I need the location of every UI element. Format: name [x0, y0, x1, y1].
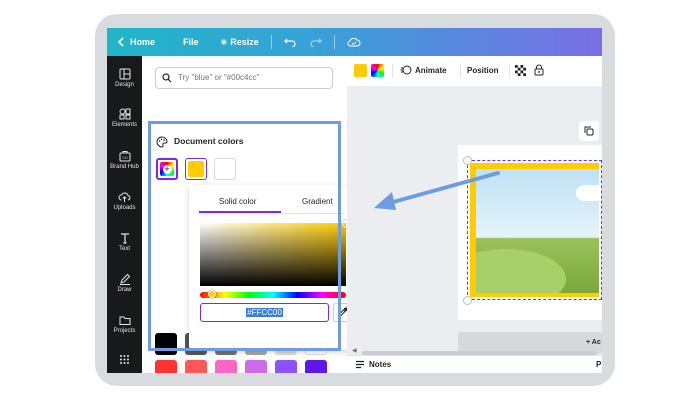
- toolbar-divider: [460, 64, 461, 78]
- divider: [270, 35, 272, 49]
- search-input[interactable]: [178, 70, 324, 85]
- cloud: [576, 185, 599, 201]
- palette-swatch[interactable]: [305, 360, 327, 373]
- text-color-swatch[interactable]: [354, 64, 367, 77]
- apps-button[interactable]: [107, 354, 142, 367]
- bottom-bar: Notes P: [347, 355, 602, 373]
- apps-grid-icon: [120, 355, 129, 364]
- redo-button[interactable]: [310, 37, 322, 47]
- sidebar-item-brand-hub[interactable]: CO Brand Hub: [107, 150, 142, 170]
- palette-swatch[interactable]: [185, 360, 207, 373]
- arrow-annotation: [374, 171, 500, 210]
- sidebar-item-text[interactable]: Text: [107, 232, 142, 252]
- resize-button[interactable]: ✳ Resize: [221, 37, 259, 47]
- position-button[interactable]: Position: [467, 66, 499, 75]
- sidebar-item-label: Brand Hub: [110, 164, 139, 170]
- sidebar-item-projects[interactable]: Projects: [107, 314, 142, 334]
- duplicate-page-button[interactable]: [579, 121, 599, 141]
- home-label: Home: [130, 37, 156, 47]
- folder-icon: [119, 316, 130, 325]
- shapes-icon: [119, 108, 130, 120]
- editor-toolbar: Animate Position: [347, 56, 602, 87]
- undo-button[interactable]: [283, 37, 296, 47]
- text-icon: [120, 233, 129, 244]
- cloud-upload-icon: [118, 192, 131, 202]
- sidebar-item-label: Text: [118, 246, 130, 252]
- toolbar-divider: [392, 64, 393, 78]
- top-bar: Home File ✳ Resize: [107, 28, 602, 56]
- layout-icon: [119, 68, 130, 80]
- resize-label: Resize: [230, 37, 259, 47]
- add-page-label: + Ac: [586, 339, 601, 346]
- sparkle-icon: ✳: [220, 37, 228, 47]
- sidebar-item-label: Uploads: [113, 205, 136, 211]
- toolbar-divider: [509, 64, 510, 78]
- sidebar-item-label: Design: [115, 82, 134, 88]
- scroll-left-icon: ◀: [352, 348, 357, 354]
- chevron-left-icon: [117, 37, 124, 47]
- cloud-save-button[interactable]: [347, 37, 361, 47]
- sidebar-item-draw[interactable]: Draw: [107, 273, 142, 293]
- color-search[interactable]: [155, 67, 333, 89]
- palette-swatch[interactable]: [275, 360, 297, 373]
- svg-text:CO: CO: [122, 156, 127, 160]
- undo-icon: [283, 38, 296, 47]
- sidebar-item-design[interactable]: Design: [107, 68, 142, 88]
- duplicate-icon: [584, 126, 594, 136]
- sidebar-item-label: Elements: [111, 122, 137, 128]
- notes-icon: [356, 360, 364, 369]
- notes-label: Notes: [369, 360, 392, 369]
- hill: [476, 249, 566, 293]
- canvas-area: + Ac ◀: [347, 86, 602, 373]
- palette-swatch[interactable]: [215, 360, 237, 373]
- sidebar-item-label: Projects: [113, 328, 136, 334]
- divider: [333, 35, 335, 49]
- file-menu-button[interactable]: File: [183, 37, 199, 47]
- pen-icon: [119, 273, 130, 285]
- transparency-icon[interactable]: [515, 65, 526, 76]
- palette-swatch[interactable]: [245, 360, 267, 373]
- rainbow-color-icon[interactable]: [371, 64, 384, 77]
- file-label: File: [183, 37, 199, 47]
- home-button[interactable]: Home: [117, 37, 155, 47]
- pages-button[interactable]: P: [596, 360, 601, 369]
- sidebar-item-uploads[interactable]: Uploads: [107, 191, 142, 211]
- sidebar-item-elements[interactable]: Elements: [107, 108, 142, 128]
- lock-icon[interactable]: [534, 64, 544, 76]
- animate-label: Animate: [415, 65, 447, 75]
- animate-icon: [400, 65, 412, 75]
- brand-hub-icon: CO: [119, 151, 130, 162]
- highlight-box: [148, 121, 341, 351]
- resize-handle[interactable]: [463, 296, 472, 305]
- palette-swatch[interactable]: [155, 360, 177, 373]
- search-icon: [162, 73, 172, 83]
- animate-button[interactable]: Animate: [400, 65, 447, 75]
- cloud-check-icon: [347, 37, 361, 47]
- notes-button[interactable]: Notes: [355, 360, 391, 369]
- left-sidebar: Design Elements CO Brand Hub Uploads Tex…: [107, 56, 142, 373]
- sidebar-item-label: Draw: [117, 287, 132, 293]
- resize-handle[interactable]: [463, 156, 472, 165]
- redo-icon: [310, 38, 322, 47]
